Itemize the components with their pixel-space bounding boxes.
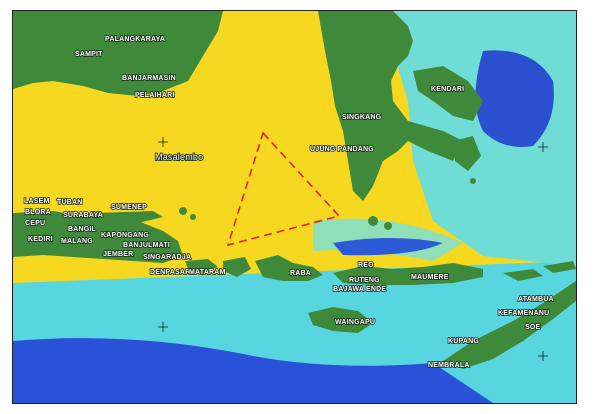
label-banjarmasin: BANJARMASIN	[122, 75, 176, 82]
label-ruteng: RUTENG	[349, 277, 380, 284]
land-islet	[368, 216, 378, 226]
label-atambua: ATAMBUA	[518, 296, 554, 303]
label-kapongang: KAPONGANG	[101, 232, 149, 239]
map-frame[interactable]: PALANGKARAYA SAMPIT BANJARMASIN PELAIHAR…	[12, 10, 577, 404]
label-pelaihari: PELAIHARI	[135, 92, 175, 99]
label-banjulmati: BANJULMATI	[123, 242, 170, 249]
label-sampit: SAMPIT	[75, 51, 103, 58]
label-bajawa-ende: BAJAWA ENDE	[333, 286, 386, 293]
label-surabaya: SURABAYA	[63, 212, 103, 219]
label-kendari: KENDARI	[431, 86, 464, 93]
label-cepu: CEPU	[25, 220, 45, 227]
land-islet	[470, 178, 476, 184]
label-waingapu: WAINGAPU	[335, 319, 375, 326]
map-canvas[interactable]: PALANGKARAYA SAMPIT BANJARMASIN PELAIHAR…	[13, 11, 576, 403]
label-reo: REO	[358, 262, 374, 269]
label-malang: MALANG	[61, 238, 93, 245]
label-blora: BLORA	[25, 209, 51, 216]
label-kediri: KEDIRI	[28, 236, 53, 243]
label-kefamenanu: KEFAMENANU	[498, 310, 549, 317]
label-kupang: KUPANG	[448, 338, 479, 345]
label-palangkaraya: PALANGKARAYA	[105, 36, 165, 43]
label-singaradja: SINGARADJA	[143, 254, 191, 261]
label-lasem: LASEM	[24, 198, 50, 205]
land-islet	[179, 207, 187, 215]
label-ujung-pandang: UJUNG PANDANG	[310, 146, 374, 153]
label-nembrala: NEMBRALA	[428, 362, 470, 369]
label-denpasar: DENPASAR	[150, 269, 190, 276]
label-sumenep: SUMENEP	[111, 204, 147, 211]
label-bangil: BANGIL	[68, 226, 97, 233]
label-soe: SOE	[525, 324, 541, 331]
label-tuban: TUBAN	[57, 199, 83, 206]
label-masalembo: Masalembo	[155, 152, 203, 162]
label-jember: JEMBER	[103, 251, 133, 258]
label-singkang: SINGKANG	[342, 114, 382, 121]
land-islet	[384, 222, 392, 230]
label-maumere: MAUMERE	[411, 274, 449, 281]
label-mataram: MATARAM	[189, 269, 226, 276]
label-raba: RABA	[290, 270, 311, 277]
land-islet	[190, 214, 196, 220]
